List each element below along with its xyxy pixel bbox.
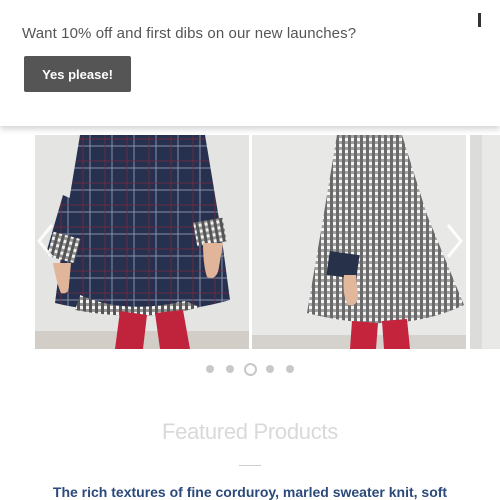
carousel-dot[interactable] [226,365,234,373]
popup-close-icon[interactable] [478,13,481,27]
section-divider [239,465,261,466]
gingham-dress-image [252,135,466,349]
carousel-slide[interactable] [35,135,249,349]
carousel-dot[interactable] [206,365,214,373]
plaid-dress-image [35,135,249,349]
carousel-pagination [0,363,500,377]
carousel-slide[interactable] [252,135,466,349]
featured-description: The rich textures of fine corduroy, marl… [52,484,448,500]
yes-please-button[interactable]: Yes please! [24,56,131,92]
popup-message: Want 10% off and first dibs on our new l… [22,25,357,42]
carousel-next-arrow-icon[interactable] [442,221,466,261]
carousel-prev-arrow-icon[interactable] [34,221,58,261]
carousel-slide-partial[interactable] [470,135,500,349]
image-carousel [0,126,500,356]
carousel-dot-active[interactable] [244,363,257,376]
featured-products-title: Featured Products [162,419,338,444]
discount-popup: Want 10% off and first dibs on our new l… [0,0,500,126]
carousel-dot[interactable] [286,365,294,373]
carousel-dot[interactable] [266,365,274,373]
